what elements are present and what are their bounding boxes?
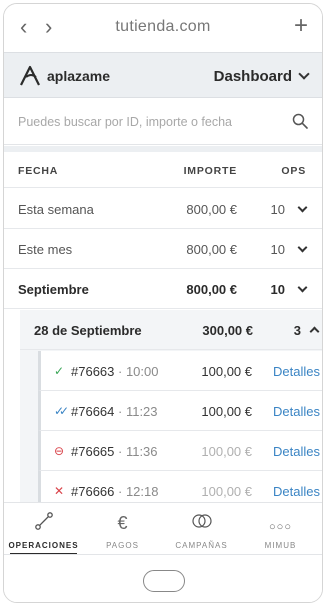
list-item: ⊖ #76665 · 11:36 100,00 € Detalles: [38, 431, 322, 471]
section-selector[interactable]: Dashboard: [213, 68, 310, 85]
operation-time: 11:36: [125, 444, 158, 459]
operation-ref: #76663 · 10:00: [71, 364, 159, 379]
row-amount: 800,00 €: [186, 282, 237, 297]
home-button[interactable]: [143, 570, 185, 592]
table-header: FECHA IMPORTE OPS: [4, 152, 322, 188]
brand-name: aplazame: [47, 68, 111, 84]
row-label: Esta semana: [18, 202, 94, 217]
double-check-icon: ✓✓: [53, 404, 69, 418]
details-link[interactable]: Detalles: [273, 364, 320, 379]
operation-amount: 100,00 €: [201, 484, 252, 499]
operation-id: #76663: [71, 364, 115, 379]
tab-label: MIMUB: [264, 541, 297, 550]
section-label: Dashboard: [213, 68, 292, 85]
row-ops: 10: [270, 202, 285, 217]
operations-table: FECHA IMPORTE OPS Esta semana 800,00 € 1…: [4, 152, 322, 502]
phone-frame: ‹ › tutienda.com + aplazame Dashboard FE…: [3, 3, 323, 603]
url-field[interactable]: tutienda.com: [4, 18, 322, 36]
aplazame-logo-icon: [20, 65, 40, 86]
device-bottom-bar: [4, 554, 322, 602]
operations-list: ✓ #76663 · 10:00 100,00 € Detalles ✓✓ #7…: [38, 351, 322, 502]
tab-operaciones[interactable]: OPERACIONES: [4, 503, 83, 555]
chevron-down-icon[interactable]: [297, 282, 308, 293]
chevron-down-icon[interactable]: [297, 202, 308, 213]
details-link[interactable]: Detalles: [273, 444, 320, 459]
app-header: aplazame Dashboard: [4, 52, 322, 98]
operation-id: #76664: [71, 404, 115, 419]
day-ops: 3: [293, 323, 301, 338]
row-amount: 800,00 €: [186, 202, 237, 217]
list-item: ✕ #76666 · 12:18 100,00 € Detalles: [38, 471, 322, 502]
list-item: ✓✓ #76664 · 11:23 100,00 € Detalles: [38, 391, 322, 431]
tab-label: OPERACIONES: [8, 541, 79, 550]
row-ops: 10: [270, 282, 285, 297]
operation-amount: 100,00 €: [201, 444, 252, 459]
operation-ref: #76665 · 11:36: [71, 444, 158, 459]
row-ops: 10: [270, 242, 285, 257]
chevron-down-icon[interactable]: [297, 242, 308, 253]
table-row[interactable]: Este mes 800,00 € 10: [4, 229, 322, 269]
operation-id: #76666: [71, 484, 115, 499]
table-row[interactable]: Septiembre 800,00 € 10: [4, 269, 322, 309]
tab-pagos[interactable]: € PAGOS: [83, 503, 162, 555]
tab-campanas[interactable]: CAMPAÑAS: [162, 503, 241, 555]
rejected-icon: ✕: [53, 484, 65, 498]
tab-mimub[interactable]: ○○○ MIMUB: [241, 503, 320, 555]
column-amount: IMPORTE: [183, 165, 237, 177]
campaigns-icon: [191, 514, 212, 528]
column-ops: OPS: [281, 165, 306, 177]
operation-time: 11:23: [125, 404, 158, 419]
operation-id: #76665: [71, 444, 115, 459]
operation-time: 12:18: [125, 484, 159, 499]
day-amount: 300,00 €: [202, 323, 253, 338]
chevron-down-icon: [298, 68, 310, 80]
search-icon[interactable]: [292, 113, 308, 129]
check-icon: ✓: [53, 364, 65, 378]
row-amount: 800,00 €: [186, 242, 237, 257]
details-link[interactable]: Detalles: [273, 404, 320, 419]
operation-ref: #76664 · 11:23: [71, 404, 158, 419]
search-input[interactable]: [18, 109, 278, 135]
list-item: ✓ #76663 · 10:00 100,00 € Detalles: [38, 351, 322, 391]
bottom-tab-bar: OPERACIONES € PAGOS CAMPAÑAS ○○○ MIMUB: [4, 502, 322, 555]
row-label: Este mes: [18, 242, 73, 257]
search-bar: [4, 99, 322, 145]
new-tab-icon[interactable]: +: [294, 14, 308, 38]
euro-icon: €: [117, 513, 128, 533]
tab-label: PAGOS: [106, 541, 139, 550]
more-dots-icon: ○○○: [269, 521, 292, 533]
cancelled-icon: ⊖: [53, 444, 65, 458]
row-label: Septiembre: [18, 282, 89, 297]
details-link[interactable]: Detalles: [273, 484, 320, 499]
day-label: 28 de Septiembre: [34, 323, 142, 338]
operation-ref: #76666 · 12:18: [71, 484, 159, 499]
chevron-up-icon[interactable]: [309, 326, 320, 337]
operation-amount: 100,00 €: [201, 404, 252, 419]
table-row[interactable]: Esta semana 800,00 € 10: [4, 189, 322, 229]
browser-bar: ‹ › tutienda.com +: [4, 4, 322, 52]
operation-amount: 100,00 €: [201, 364, 252, 379]
operation-time: 10:00: [125, 364, 159, 379]
tab-label: CAMPAÑAS: [175, 541, 228, 550]
column-date: FECHA: [18, 165, 59, 177]
day-row[interactable]: 28 de Septiembre 300,00 € 3: [20, 310, 322, 350]
operations-icon: [34, 512, 53, 530]
